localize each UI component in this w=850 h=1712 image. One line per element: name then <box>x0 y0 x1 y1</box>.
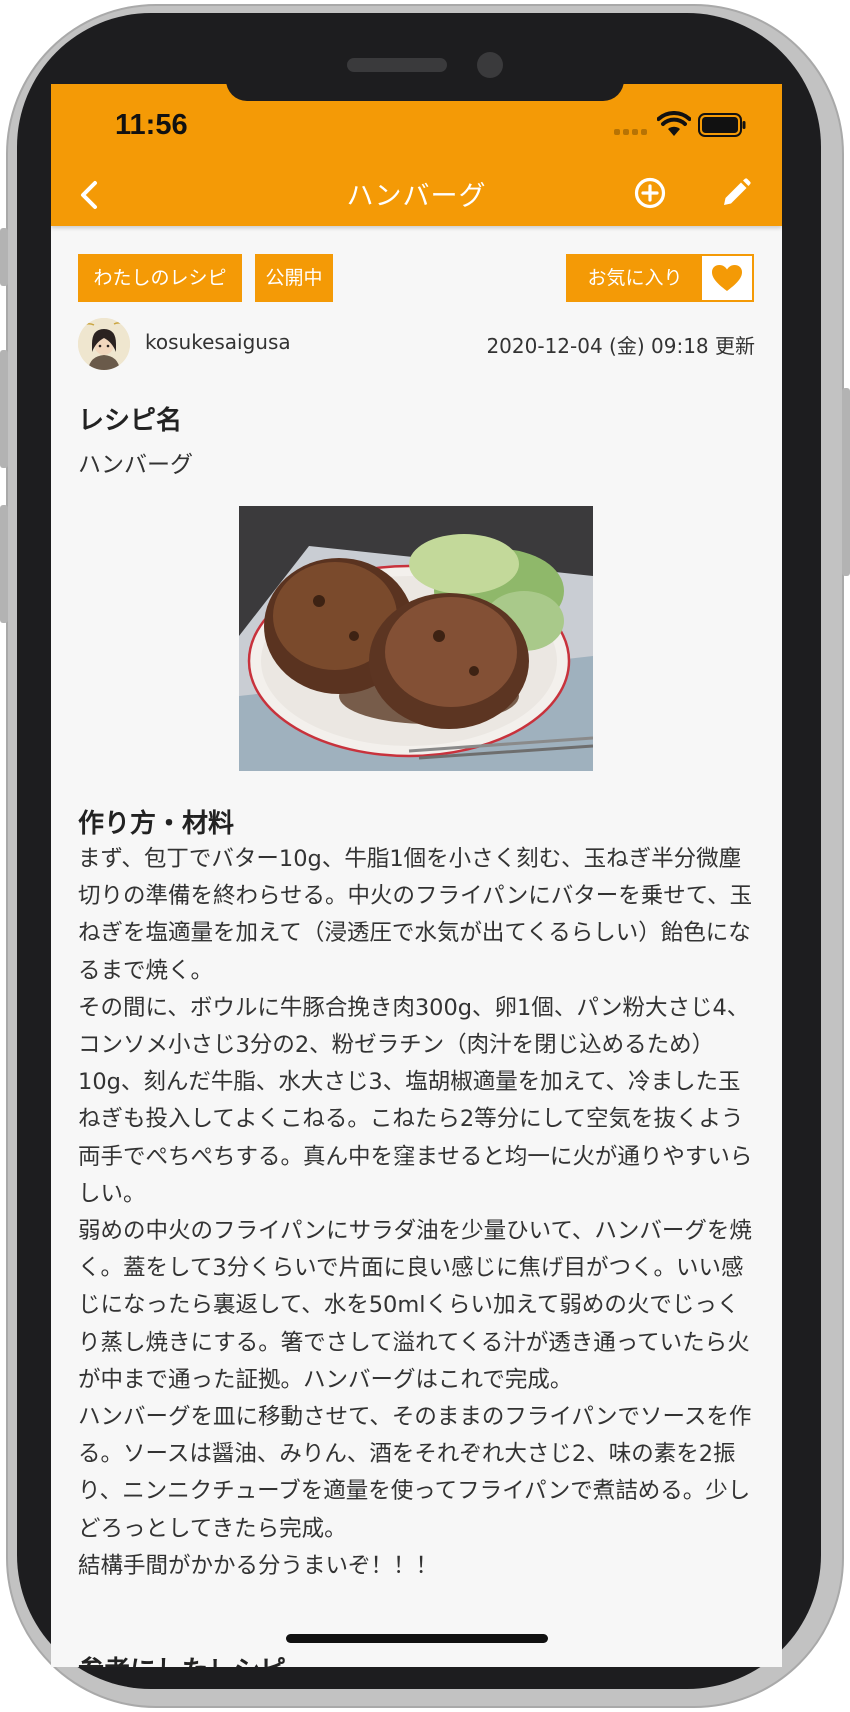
recipe-name: ハンバーグ <box>78 452 193 478</box>
author-avatar[interactable] <box>78 318 130 370</box>
pencil-icon[interactable] <box>720 177 752 209</box>
speaker-grille <box>347 58 447 72</box>
favorite-button[interactable]: お気に入り <box>566 254 754 302</box>
method-heading: 作り方・材料 <box>78 809 235 839</box>
app-screen: 11:56 ハンバーグ わたしのレシピ 公開中 お気に入り kosukesaig… <box>51 84 782 1667</box>
cellular-signal-icon <box>614 129 647 135</box>
updated-timestamp: 2020-12-04 (金) 09:18 更新 <box>486 334 755 358</box>
home-indicator[interactable] <box>286 1634 548 1643</box>
notch-lip <box>226 80 624 101</box>
status-time: 11:56 <box>115 109 188 141</box>
nav-title: ハンバーグ <box>346 181 487 212</box>
reference-recipe-heading: 参考にしたレシピ <box>78 1650 286 1667</box>
favorite-label: お気に入り <box>587 267 683 289</box>
battery-icon <box>698 113 746 137</box>
author-name[interactable]: kosukesaigusa <box>145 330 291 354</box>
published-tag: 公開中 <box>255 254 333 302</box>
add-circle-icon[interactable] <box>632 175 668 211</box>
recipe-instructions: まず、包丁でバター10g、牛脂1個を小さく刻む、玉ねぎ半分微塵切りの準備を終わら… <box>78 846 753 1579</box>
side-button-volume-down <box>0 505 8 623</box>
front-camera <box>477 52 503 78</box>
side-button-silent <box>0 228 8 286</box>
recipe-name-heading: レシピ名 <box>78 406 183 436</box>
my-recipe-tag: わたしのレシピ <box>78 254 242 302</box>
recipe-photo[interactable] <box>239 506 593 771</box>
wifi-icon <box>657 111 691 136</box>
side-button-volume-up <box>0 350 8 468</box>
heart-icon <box>702 256 752 300</box>
notch <box>250 16 600 86</box>
side-button-power <box>842 388 850 576</box>
app-header: 11:56 ハンバーグ <box>51 84 782 226</box>
